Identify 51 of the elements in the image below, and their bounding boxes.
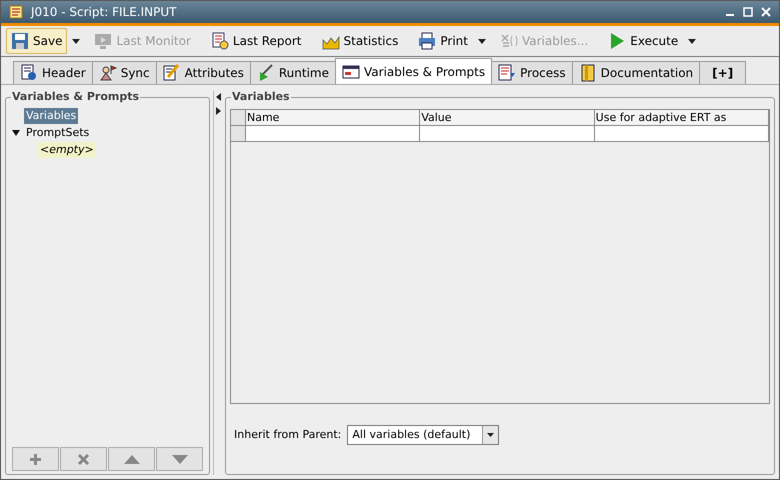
tab[interactable]: Documentation	[572, 61, 700, 84]
down-arrow-icon	[172, 454, 188, 464]
plus-icon	[29, 452, 42, 466]
expanded-arrow-icon[interactable]	[12, 130, 20, 136]
tree-item[interactable]: Variables	[24, 108, 78, 124]
tab[interactable]: Runtime	[250, 61, 336, 84]
caret-icon	[487, 433, 494, 437]
dropdown-caret-icon[interactable]	[478, 38, 486, 44]
move-up-button[interactable]	[108, 447, 155, 471]
maximize-icon[interactable]	[743, 7, 753, 17]
column-header[interactable]: Name	[246, 110, 420, 125]
script-icon	[9, 5, 23, 19]
tab[interactable]: Header	[13, 61, 93, 84]
variables-icon	[500, 32, 518, 50]
monitor-icon	[94, 32, 112, 50]
inherit-label: Inherit from Parent:	[234, 426, 342, 443]
tree-item[interactable]: <empty>	[38, 142, 96, 158]
toolbar-button[interactable]: Execute	[603, 28, 684, 54]
inherit-dropdown[interactable]: All variables (default)	[347, 425, 500, 445]
figure-flag-icon	[98, 64, 117, 82]
delete-button[interactable]	[60, 447, 107, 471]
cross-icon	[77, 452, 90, 466]
tab[interactable]: [+]	[699, 61, 746, 84]
toolbar-button[interactable]: Print	[413, 28, 473, 54]
pencil-form-icon	[162, 64, 181, 82]
move-down-button[interactable]	[156, 447, 203, 471]
panel-title: Variables & Prompts	[11, 89, 140, 106]
tab[interactable]: Process	[491, 61, 573, 84]
window-icon	[342, 62, 360, 80]
tab[interactable]: Variables & Prompts	[335, 58, 492, 84]
dropdown-caret-icon[interactable]	[72, 38, 80, 44]
document-info-icon	[20, 64, 38, 82]
toolbar-button[interactable]: Last Report	[206, 28, 306, 54]
toolbar-button[interactable]: Save	[6, 28, 68, 54]
tree-item[interactable]: PromptSets	[24, 124, 92, 142]
close-icon[interactable]	[761, 7, 771, 17]
tab[interactable]: Attributes	[156, 61, 251, 84]
list-arrow-icon	[498, 64, 516, 82]
printer-icon	[418, 32, 436, 50]
tab[interactable]: Sync	[92, 61, 157, 84]
play-icon	[608, 32, 626, 50]
column-header[interactable]: Use for adaptive ERT as	[594, 110, 769, 125]
toolbar-button[interactable]: Statistics	[316, 28, 404, 54]
add-button[interactable]	[12, 447, 59, 471]
collapse-left-icon[interactable]	[216, 93, 221, 101]
dropdown-caret-icon[interactable]	[688, 38, 696, 44]
book-icon	[578, 64, 597, 82]
column-header[interactable]: Value	[420, 110, 595, 125]
window-title: J010 - Script: FILE.INPUT	[31, 4, 178, 21]
expand-right-icon[interactable]	[216, 107, 221, 115]
up-arrow-icon	[124, 454, 140, 464]
